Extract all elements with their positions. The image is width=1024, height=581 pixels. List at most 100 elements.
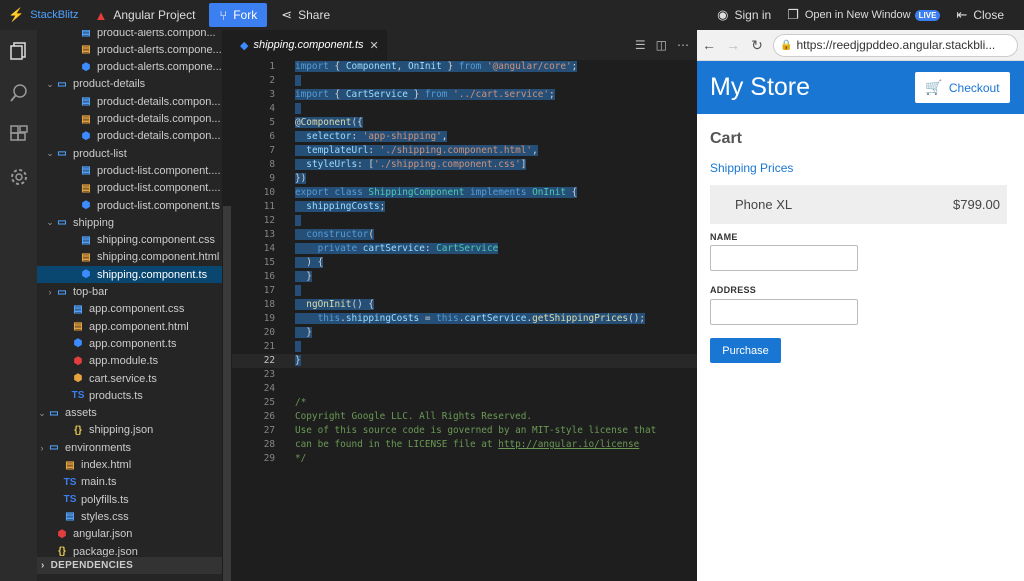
tree-item-label: assets (65, 407, 97, 420)
line-number: 18 (263, 299, 275, 310)
css-file-icon: ▤ (81, 165, 91, 177)
close-panel-icon: ⇤ (956, 7, 968, 22)
forward-icon[interactable]: → (721, 37, 745, 53)
signin-button[interactable]: ◉ Sign in (709, 0, 779, 30)
address-label: ADDRESS (710, 285, 757, 295)
back-icon[interactable]: ← (697, 37, 721, 53)
file-item[interactable]: ⬢ app.component.ts (37, 335, 222, 352)
folder-item[interactable]: ⌄ ▭ product-list (37, 145, 222, 162)
file-item[interactable]: ▤ app.component.html (37, 318, 222, 335)
angular-module-icon: ⬢ (73, 355, 83, 367)
line-number: 23 (263, 369, 275, 380)
file-item[interactable]: ▤ product-list.component.... (37, 180, 222, 197)
tree-item-label: products.ts (89, 389, 143, 402)
new-window-icon: ❐ (787, 7, 799, 22)
dependencies-section[interactable]: › DEPENDENCIES (37, 557, 222, 574)
file-item[interactable]: ▤ index.html (37, 457, 222, 474)
tab-shipping-component-ts[interactable]: ◆ shipping.component.ts ✕ (232, 30, 387, 60)
file-item[interactable]: TS main.ts (37, 474, 222, 491)
project-name[interactable]: ▲ Angular Project (86, 0, 203, 30)
url-field[interactable]: 🔒 https://reedjgpddeo.angular.stackbli..… (773, 33, 1018, 57)
code-line: can be found in the LICENSE file at http… (295, 439, 640, 450)
tree-item-label: cart.service.ts (89, 372, 157, 385)
file-item[interactable]: ▤ shipping.component.css (37, 232, 222, 249)
open-new-window-button[interactable]: ❐ Open in New Window LIVE (779, 0, 948, 30)
file-item[interactable]: ⬢ shipping.component.ts (37, 266, 222, 284)
checkout-button[interactable]: 🛒 Checkout (915, 72, 1010, 103)
file-item[interactable]: TS polyfills.ts (37, 491, 222, 508)
file-item[interactable]: ⬢ angular.json (37, 526, 222, 543)
more-icon[interactable]: ⋯ (677, 38, 689, 52)
code-line (295, 284, 301, 298)
checkout-label: Checkout (948, 80, 1000, 95)
explorer-scrollbar[interactable] (222, 30, 232, 581)
folder-item[interactable]: › ▭ top-bar (37, 284, 222, 301)
split-editor-icon[interactable]: ◫ (656, 38, 667, 52)
css-file-icon: ▤ (81, 30, 91, 38)
file-item[interactable]: ⬢ app.module.ts (37, 353, 222, 370)
css-file-icon: ▤ (81, 234, 91, 246)
reload-icon[interactable]: ↻ (745, 37, 769, 54)
line-number: 19 (263, 313, 275, 324)
file-item[interactable]: {} shipping.json (37, 422, 222, 439)
file-item[interactable]: ▤ app.component.css (37, 301, 222, 318)
angular-json-icon: ⬢ (57, 528, 67, 540)
browser-toolbar: ← → ↻ 🔒 https://reedjgpddeo.angular.stac… (697, 30, 1024, 61)
folder-item[interactable]: ⌄ ▭ assets (37, 405, 222, 422)
fork-button[interactable]: ⑂ Fork (209, 3, 268, 27)
address-input[interactable] (710, 299, 858, 325)
scrollbar-thumb[interactable] (223, 206, 231, 581)
json-file-icon: {} (58, 546, 66, 557)
folder-item[interactable]: › ▭ environments (37, 439, 222, 456)
folder-icon: ▭ (57, 217, 67, 229)
code-line: Copyright Google LLC. All Rights Reserve… (295, 411, 533, 422)
close-button[interactable]: ⇤ Close (948, 0, 1024, 30)
fork-icon: ⑂ (219, 7, 228, 23)
line-number: 21 (263, 341, 275, 352)
file-item[interactable]: ▤ product-list.component.... (37, 162, 222, 179)
bolt-icon: ⚡ (8, 7, 25, 22)
code-line: } (295, 270, 312, 284)
line-number: 9 (269, 173, 275, 184)
share-button[interactable]: ⋖ Share (273, 0, 338, 30)
file-item[interactable]: ▤ shipping.component.html (37, 249, 222, 266)
purchase-button[interactable]: Purchase (710, 338, 781, 363)
store-title[interactable]: My Store (710, 73, 810, 102)
brand-label: StackBlitz (30, 9, 79, 21)
file-item[interactable]: ▤ product-details.compon... (37, 93, 222, 110)
file-item[interactable]: ⬢ product-alerts.compone... (37, 59, 222, 76)
search-icon[interactable] (0, 72, 37, 114)
settings-gear-icon[interactable] (0, 156, 37, 198)
file-item[interactable]: TS products.ts (37, 387, 222, 404)
close-icon[interactable]: ✕ (370, 39, 379, 52)
format-icon[interactable]: ☰ (635, 38, 646, 52)
file-item[interactable]: ▤ product-details.compon... (37, 111, 222, 128)
extensions-icon[interactable] (0, 114, 37, 156)
editor-tabs: ◆ shipping.component.ts ✕ ☰ ◫ ⋯ (232, 30, 697, 60)
code-area[interactable]: 1 import { Component, OnInit } from '@ang… (232, 60, 697, 581)
file-item[interactable]: ▤ styles.css (37, 508, 222, 525)
name-input[interactable] (710, 245, 858, 271)
item-price: $799.00 (953, 197, 1000, 212)
angular-service-icon: ⬢ (73, 373, 83, 384)
stackblitz-logo[interactable]: ⚡ StackBlitz (0, 0, 86, 30)
file-item[interactable]: ⬢ product-details.compon... (37, 128, 222, 145)
tree-item-label: product-alerts.compone... (97, 61, 222, 74)
file-item[interactable]: ⬢ cart.service.ts (37, 370, 222, 387)
file-item[interactable]: ▤ product-alerts.compone... (37, 41, 222, 58)
file-item[interactable]: ▤ product-alerts.compon... (37, 30, 222, 41)
css-file-icon: ▤ (65, 511, 75, 523)
folder-item[interactable]: ⌄ ▭ shipping (37, 214, 222, 231)
code-line: constructor( (295, 228, 375, 242)
line-number: 14 (263, 243, 275, 254)
line-number: 24 (263, 383, 275, 394)
files-icon[interactable] (0, 30, 37, 72)
item-name: Phone XL (735, 197, 793, 212)
css-file-icon: ▤ (81, 96, 91, 108)
tree-item-label: product-list (73, 147, 127, 160)
file-item[interactable]: ⬢ product-list.component.ts (37, 197, 222, 214)
html-file-icon: ▤ (81, 182, 91, 194)
shipping-prices-link[interactable]: Shipping Prices (710, 161, 793, 175)
line-number: 3 (269, 89, 275, 100)
folder-item[interactable]: ⌄ ▭ product-details (37, 76, 222, 93)
